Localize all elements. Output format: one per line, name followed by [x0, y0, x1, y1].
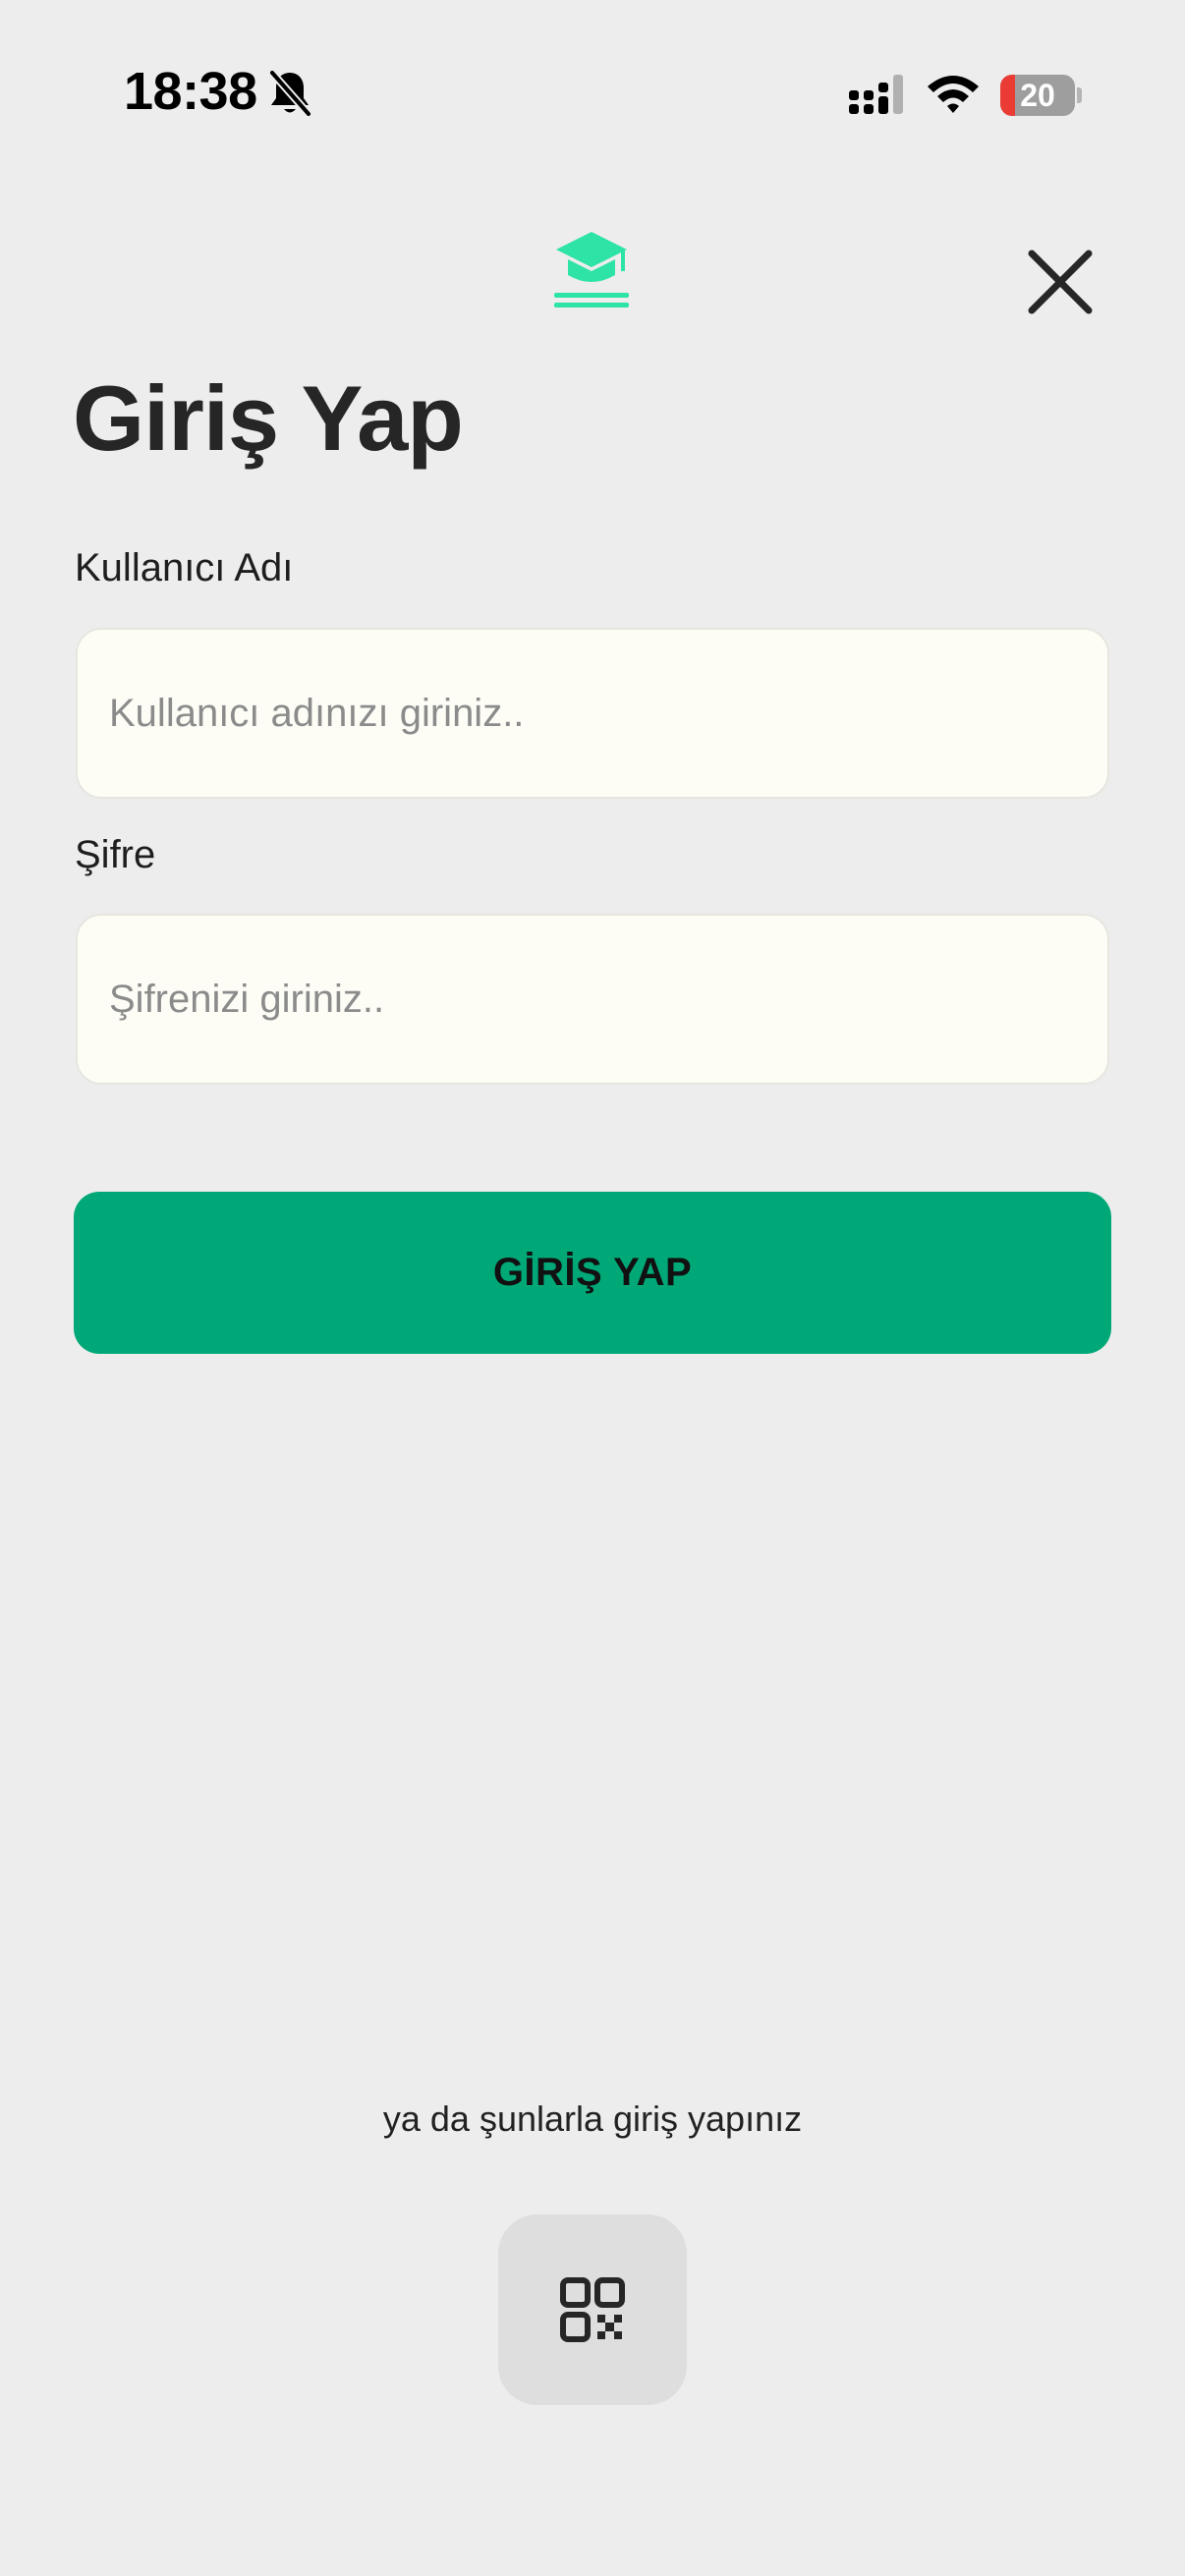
battery-percent: 20 — [1020, 77, 1055, 113]
login-button[interactable]: GİRİŞ YAP — [74, 1192, 1111, 1354]
graduation-cap-icon — [554, 232, 629, 308]
close-icon[interactable] — [1018, 240, 1102, 324]
page-title: Giriş Yap — [73, 366, 464, 470]
battery-tip — [1077, 87, 1082, 103]
username-label: Kullanıcı Adı — [75, 546, 294, 589]
username-input[interactable] — [76, 628, 1109, 799]
alternative-login-text: ya da şunlarla giriş yapınız — [382, 2099, 803, 2139]
login-screen: 18:38 20 Giriş Yap Kullanıcı Adı Kullanı… — [0, 0, 1185, 2576]
cellular-signal-icon — [849, 75, 903, 114]
password-label: Şifre — [75, 833, 156, 876]
wifi-icon — [928, 76, 979, 113]
qr-code-icon — [560, 2277, 625, 2342]
bell-slash-icon — [268, 70, 312, 117]
qr-login-button[interactable] — [498, 2214, 687, 2405]
status-time: 18:38 — [124, 62, 257, 121]
password-input[interactable] — [76, 914, 1109, 1085]
battery-indicator: 20 — [1000, 75, 1075, 116]
